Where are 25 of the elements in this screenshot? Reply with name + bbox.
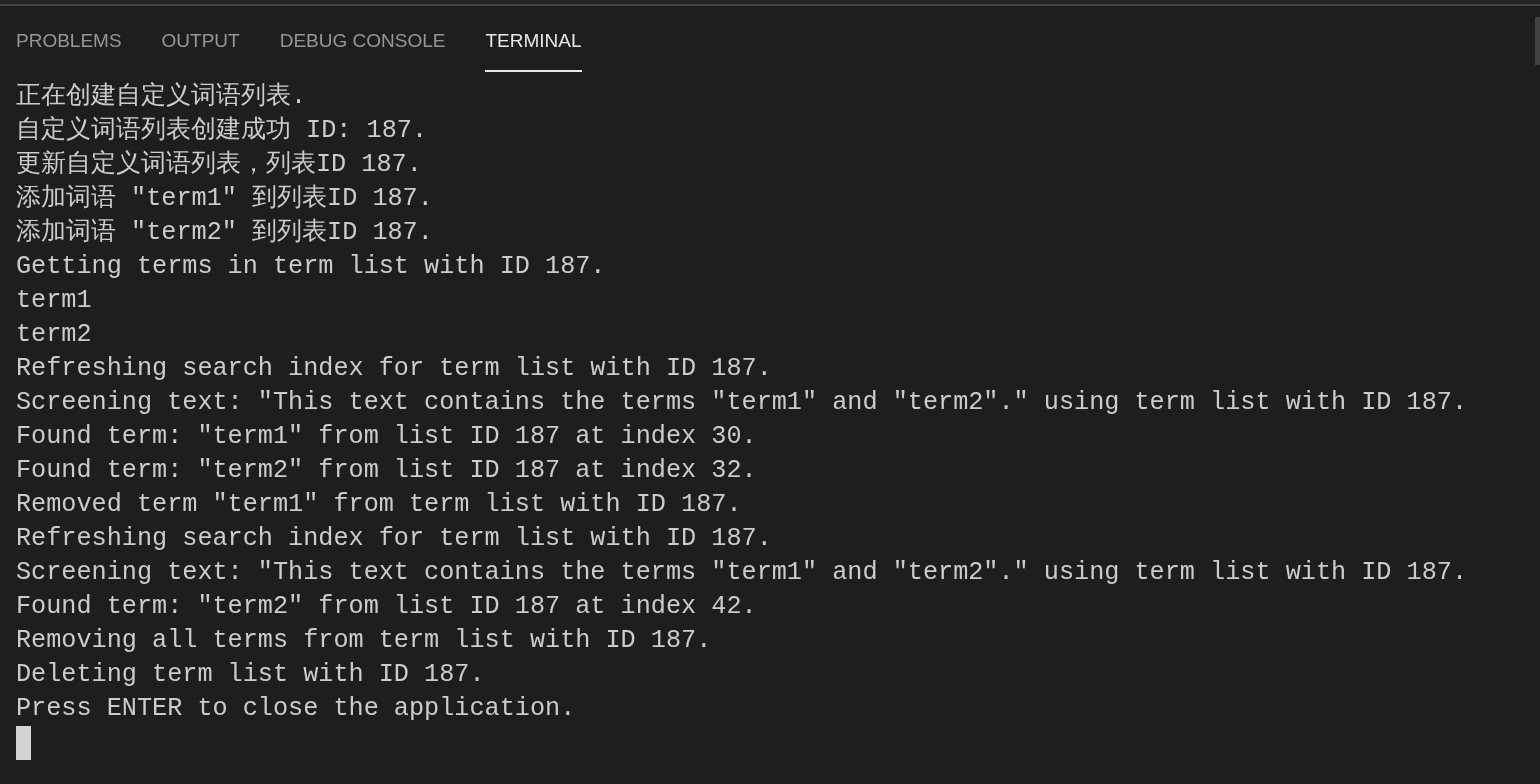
terminal-line: 添加词语 "term2" 到列表ID 187. bbox=[16, 217, 433, 249]
panel-tab[interactable]: TERMINAL bbox=[485, 6, 582, 72]
terminal-line: Removed term "term1" from term list with ID 187. bbox=[16, 489, 742, 521]
terminal-line: 正在创建自定义词语列表. bbox=[16, 81, 307, 113]
panel-tab[interactable]: DEBUG CONSOLE bbox=[279, 6, 446, 72]
terminal-line: 添加词语 "term1" 到列表ID 187. bbox=[16, 183, 433, 215]
terminal-line: 更新自定义词语列表，列表ID 187. bbox=[16, 149, 422, 181]
terminal-line: Deleting term list with ID 187. bbox=[16, 659, 485, 691]
terminal-line: Found term: "term2" from list ID 187 at index 42. bbox=[16, 591, 757, 623]
terminal-line: Refreshing search index for term list with ID 187. bbox=[16, 523, 772, 555]
terminal-line: Screening text: "This text contains the terms "term1" and "term2"." using term list with ID 187. bbox=[16, 557, 1468, 589]
terminal-cursor bbox=[16, 726, 31, 760]
terminal-line: term1 bbox=[16, 285, 92, 317]
terminal-line: term2 bbox=[16, 319, 92, 351]
terminal-line: Found term: "term1" from list ID 187 at index 30. bbox=[16, 421, 757, 453]
panel-tab[interactable]: PROBLEMS bbox=[16, 6, 122, 72]
terminal-line: Press ENTER to close the application. bbox=[16, 693, 576, 725]
terminal-line: Refreshing search index for term list with ID 187. bbox=[16, 353, 772, 385]
scrollbar-thumb[interactable] bbox=[1535, 17, 1540, 65]
terminal-line: Found term: "term2" from list ID 187 at index 32. bbox=[16, 455, 757, 487]
terminal-line: Screening text: "This text contains the terms "term1" and "term2"." using term list with ID 187. bbox=[16, 387, 1468, 419]
terminal-line: 自定义词语列表创建成功 ID: 187. bbox=[16, 115, 428, 147]
terminal-line: Getting terms in term list with ID 187. bbox=[16, 251, 606, 283]
panel-tab[interactable]: OUTPUT bbox=[161, 6, 240, 72]
terminal-line: Removing all terms from term list with ID 187. bbox=[16, 625, 712, 657]
